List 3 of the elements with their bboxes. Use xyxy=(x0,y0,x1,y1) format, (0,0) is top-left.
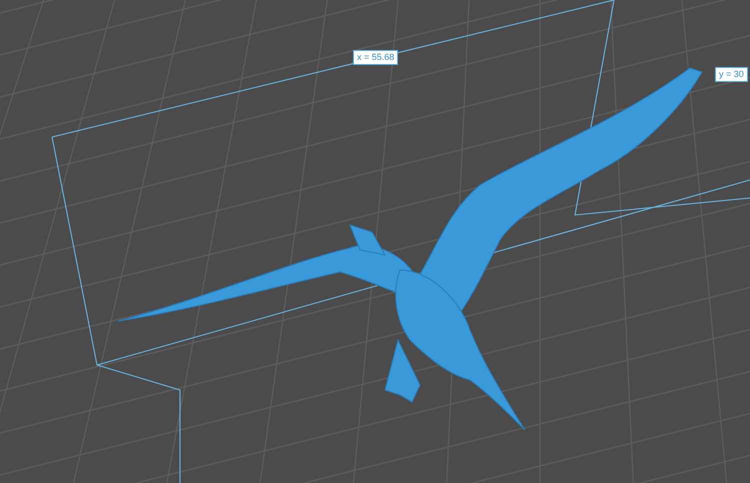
dimension-label: y = 30 xyxy=(715,67,748,82)
viewport-canvas[interactable]: x = 55.68 y = 30 xyxy=(0,0,750,483)
dimension-label: x = 55.68 xyxy=(353,50,398,65)
